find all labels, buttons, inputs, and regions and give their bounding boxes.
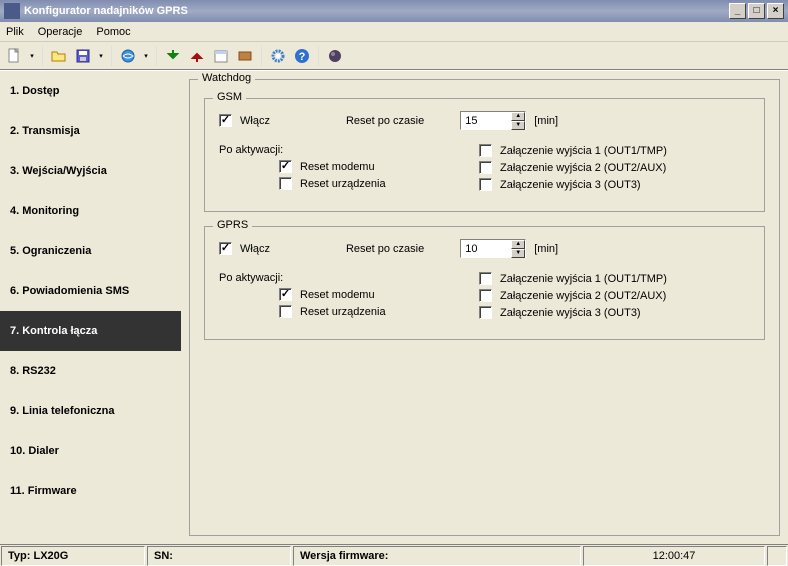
gsm-enable-label: Włącz	[240, 115, 270, 127]
help-icon[interactable]: ?	[292, 46, 312, 66]
maximize-button[interactable]: □	[748, 3, 765, 19]
gprs-enable-label: Włącz	[240, 243, 270, 255]
gprs-reset-spinner[interactable]: ▲▼	[460, 239, 526, 258]
gprs-out3-label: Załączenie wyjścia 3 (OUT3)	[500, 307, 641, 319]
sidebar-item-dialer[interactable]: 10. Dialer	[0, 431, 181, 471]
gsm-reset-input[interactable]	[461, 112, 511, 129]
globe-icon[interactable]	[118, 46, 138, 66]
close-button[interactable]: ×	[767, 3, 784, 19]
menu-operations[interactable]: Operacje	[38, 26, 83, 38]
gsm-out2-checkbox[interactable]	[479, 161, 492, 174]
menu-bar: Plik Operacje Pomoc	[0, 22, 788, 42]
gsm-out3-checkbox[interactable]	[479, 178, 492, 191]
gprs-out1-label: Załączenie wyjścia 1 (OUT1/TMP)	[500, 273, 667, 285]
gsm-unit: [min]	[534, 115, 558, 127]
gsm-out3-label: Załączenie wyjścia 3 (OUT3)	[500, 179, 641, 191]
gprs-out2-label: Załączenie wyjścia 2 (OUT2/AUX)	[500, 290, 666, 302]
gprs-out1-checkbox[interactable]	[479, 272, 492, 285]
gprs-reset-input[interactable]	[461, 240, 511, 257]
gsm-reset-modem-label: Reset modemu	[300, 161, 375, 173]
status-bar: Typ: LX20G SN: Wersja firmware: 12:00:47	[0, 544, 788, 566]
menu-help[interactable]: Pomoc	[96, 26, 130, 38]
gsm-enable-checkbox[interactable]	[219, 114, 232, 127]
sidebar-item-limits[interactable]: 5. Ograniczenia	[0, 231, 181, 271]
upload-icon[interactable]	[187, 46, 207, 66]
status-type-value: LX20G	[33, 550, 68, 562]
gsm-out2-label: Załączenie wyjścia 2 (OUT2/AUX)	[500, 162, 666, 174]
spin-down-icon[interactable]: ▼	[511, 121, 525, 130]
minimize-button[interactable]: _	[729, 3, 746, 19]
globe-dropdown[interactable]: ▾	[142, 46, 150, 66]
gprs-reset-modem-label: Reset modemu	[300, 289, 375, 301]
title-bar: Konfigurator nadajników GPRS _ □ ×	[0, 0, 788, 22]
gprs-reset-device-label: Reset urządzenia	[300, 306, 386, 318]
spin-up-icon[interactable]: ▲	[511, 112, 525, 121]
sidebar-item-sms[interactable]: 6. Powiadomienia SMS	[0, 271, 181, 311]
status-sn-label: SN:	[154, 550, 173, 562]
gsm-reset-spinner[interactable]: ▲▼	[460, 111, 526, 130]
sidebar-item-link-control[interactable]: 7. Kontrola łącza	[0, 311, 181, 351]
save-dropdown[interactable]: ▾	[97, 46, 105, 66]
gprs-legend: GPRS	[213, 219, 252, 231]
sidebar: 1. Dostęp 2. Transmisja 3. Wejścia/Wyjśc…	[0, 71, 181, 544]
gprs-out2-checkbox[interactable]	[479, 289, 492, 302]
ball-icon[interactable]	[325, 46, 345, 66]
sidebar-item-monitoring[interactable]: 4. Monitoring	[0, 191, 181, 231]
gprs-unit: [min]	[534, 243, 558, 255]
save-icon[interactable]	[73, 46, 93, 66]
menu-file[interactable]: Plik	[6, 26, 24, 38]
sidebar-item-firmware[interactable]: 11. Firmware	[0, 471, 181, 511]
download-icon[interactable]	[163, 46, 183, 66]
gprs-out3-checkbox[interactable]	[479, 306, 492, 319]
sidebar-item-transmission[interactable]: 2. Transmisja	[0, 111, 181, 151]
gear-icon[interactable]	[268, 46, 288, 66]
device-icon[interactable]	[235, 46, 255, 66]
gprs-reset-modem-checkbox[interactable]	[279, 288, 292, 301]
gsm-group: GSM Włącz Reset po czasie ▲▼ [min] Po ak	[204, 98, 765, 212]
app-icon	[4, 3, 20, 19]
sidebar-item-io[interactable]: 3. Wejścia/Wyjścia	[0, 151, 181, 191]
status-fw-label: Wersja firmware:	[300, 550, 388, 562]
gsm-reset-label: Reset po czasie	[346, 115, 424, 127]
gprs-reset-label: Reset po czasie	[346, 243, 424, 255]
gprs-reset-device-checkbox[interactable]	[279, 305, 292, 318]
sidebar-item-rs232[interactable]: 8. RS232	[0, 351, 181, 391]
status-time: 12:00:47	[653, 550, 696, 562]
calendar-icon[interactable]	[211, 46, 231, 66]
svg-text:?: ?	[299, 51, 306, 63]
spin-down-icon[interactable]: ▼	[511, 249, 525, 258]
gsm-out1-checkbox[interactable]	[479, 144, 492, 157]
gprs-enable-checkbox[interactable]	[219, 242, 232, 255]
gsm-reset-modem-checkbox[interactable]	[279, 160, 292, 173]
gsm-legend: GSM	[213, 91, 246, 103]
status-type-label: Typ:	[8, 550, 30, 562]
spin-up-icon[interactable]: ▲	[511, 240, 525, 249]
body: 1. Dostęp 2. Transmisja 3. Wejścia/Wyjśc…	[0, 70, 788, 544]
toolbar: ▾ ▾ ▾ ?	[0, 42, 788, 70]
gprs-group: GPRS Włącz Reset po czasie ▲▼ [min] Po a	[204, 226, 765, 340]
content-panel: Watchdog GSM Włącz Reset po czasie ▲▼ [m…	[181, 71, 788, 544]
sidebar-item-access[interactable]: 1. Dostęp	[0, 71, 181, 111]
gsm-after-activation-label: Po aktywacji:	[219, 144, 479, 156]
watchdog-group: Watchdog GSM Włącz Reset po czasie ▲▼ [m…	[189, 79, 780, 536]
gprs-after-activation-label: Po aktywacji:	[219, 272, 479, 284]
gsm-reset-device-label: Reset urządzenia	[300, 178, 386, 190]
new-dropdown[interactable]: ▾	[28, 46, 36, 66]
sidebar-item-phone-line[interactable]: 9. Linia telefoniczna	[0, 391, 181, 431]
watchdog-legend: Watchdog	[198, 72, 255, 84]
gsm-out1-label: Załączenie wyjścia 1 (OUT1/TMP)	[500, 145, 667, 157]
window-title: Konfigurator nadajników GPRS	[24, 5, 188, 17]
open-folder-icon[interactable]	[49, 46, 69, 66]
gsm-reset-device-checkbox[interactable]	[279, 177, 292, 190]
new-file-icon[interactable]	[4, 46, 24, 66]
